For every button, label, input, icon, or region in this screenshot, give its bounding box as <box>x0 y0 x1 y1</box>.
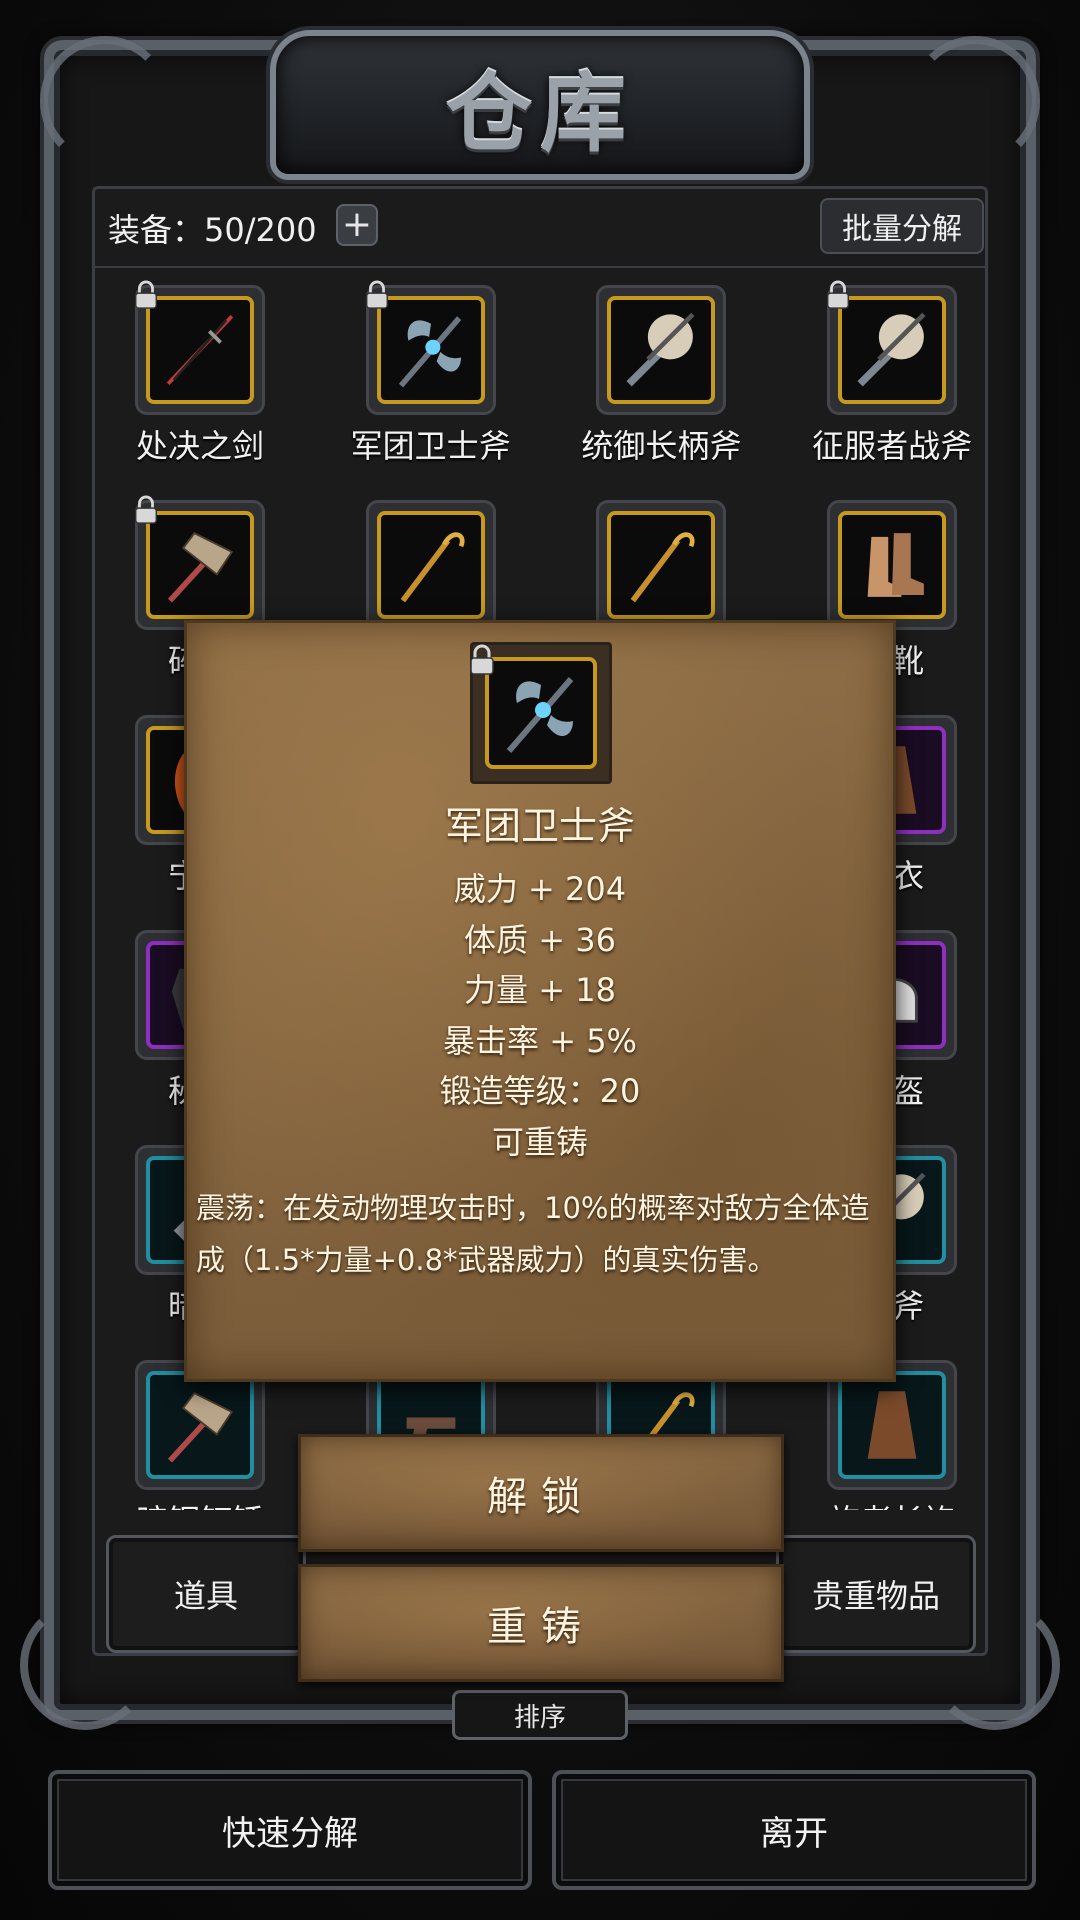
lock-icon <box>365 280 388 309</box>
expand-capacity-button[interactable]: + <box>336 204 378 246</box>
inventory-item[interactable]: 统御长柄斧 <box>546 285 776 495</box>
unlock-button[interactable]: 解锁 <box>298 1434 784 1552</box>
item-slot[interactable] <box>365 500 496 630</box>
item-slot[interactable] <box>827 500 958 630</box>
item-name: 旅者长袍 <box>828 1496 956 1510</box>
item-name: 军团卫士斧 <box>350 427 511 465</box>
batch-decompose-button[interactable]: 批量分解 <box>820 198 984 254</box>
item-slot[interactable] <box>596 500 727 630</box>
tab-valuables[interactable]: 贵重物品 <box>776 1535 976 1653</box>
corner-ornament <box>910 36 1040 166</box>
inventory-item[interactable]: 处决之剑 <box>100 280 315 495</box>
item-slot[interactable] <box>596 285 727 415</box>
sword-icon <box>146 296 254 404</box>
double-axe-icon <box>376 296 485 404</box>
sort-button[interactable]: 排序 <box>452 1690 628 1740</box>
staff-icon <box>376 511 485 619</box>
battle-axe-icon <box>607 296 716 404</box>
inventory-item[interactable]: 军团卫士斧 <box>316 280 546 495</box>
staff-icon <box>607 511 716 619</box>
stat-constitution: 体质 + 36 <box>464 920 616 959</box>
boots-icon <box>838 511 947 619</box>
lock-icon <box>135 280 157 309</box>
warhammer-icon <box>146 1371 254 1479</box>
robe-icon <box>838 1371 947 1479</box>
lock-icon <box>135 495 157 524</box>
stat-strength: 力量 + 18 <box>464 971 616 1009</box>
item-name: 处决之剑 <box>135 427 264 465</box>
page-title: 仓库 <box>446 62 634 164</box>
equipment-count: 装备：50/200 <box>108 211 317 249</box>
popup-stats: 威力 + 204 体质 + 36 力量 + 18 暴击率 + 5% 锻造等级：2… <box>184 864 896 1167</box>
item-name: 征服者战斧 <box>812 427 973 465</box>
item-slot[interactable] <box>827 280 958 415</box>
leave-button[interactable]: 离开 <box>552 1770 1036 1890</box>
battle-axe-icon <box>838 296 947 404</box>
lock-icon <box>470 644 494 675</box>
item-name: 暗钢钉锤 <box>136 1496 264 1510</box>
popup-description: 震荡：在发动物理攻击时，10%的概率对敌方全体造成（1.5*力量+0.8*武器威… <box>196 1191 870 1277</box>
stat-crit-rate: 暴击率 + 5% <box>443 1021 637 1060</box>
stat-power: 威力 + 204 <box>453 870 627 908</box>
stat-forge-level: 锻造等级：20 <box>439 1072 641 1110</box>
popup-item-name: 军团卫士斧 <box>444 804 635 848</box>
corner-ornament <box>40 36 170 166</box>
tab-items[interactable]: 道具 <box>106 1535 306 1653</box>
item-slot[interactable] <box>365 280 496 415</box>
plus-icon: + <box>341 204 373 245</box>
reforge-button[interactable]: 重铸 <box>298 1564 784 1682</box>
stat-reforgeable: 可重铸 <box>491 1122 588 1161</box>
lock-icon <box>827 280 850 309</box>
inventory-item[interactable]: 征服者战斧 <box>777 280 980 495</box>
inventory-item[interactable]: 暗钢钉锤 <box>100 1360 315 1510</box>
item-name: 统御长柄斧 <box>581 427 742 465</box>
double-axe-icon <box>485 657 597 769</box>
inventory-item[interactable]: 旅者长袍 <box>777 1360 980 1510</box>
item-slot[interactable] <box>135 495 265 630</box>
title-plate: 仓库 <box>270 30 810 180</box>
warhammer-icon <box>146 511 254 619</box>
header-divider <box>92 266 988 268</box>
quick-decompose-button[interactable]: 快速分解 <box>48 1770 532 1890</box>
item-slot[interactable] <box>135 280 265 415</box>
